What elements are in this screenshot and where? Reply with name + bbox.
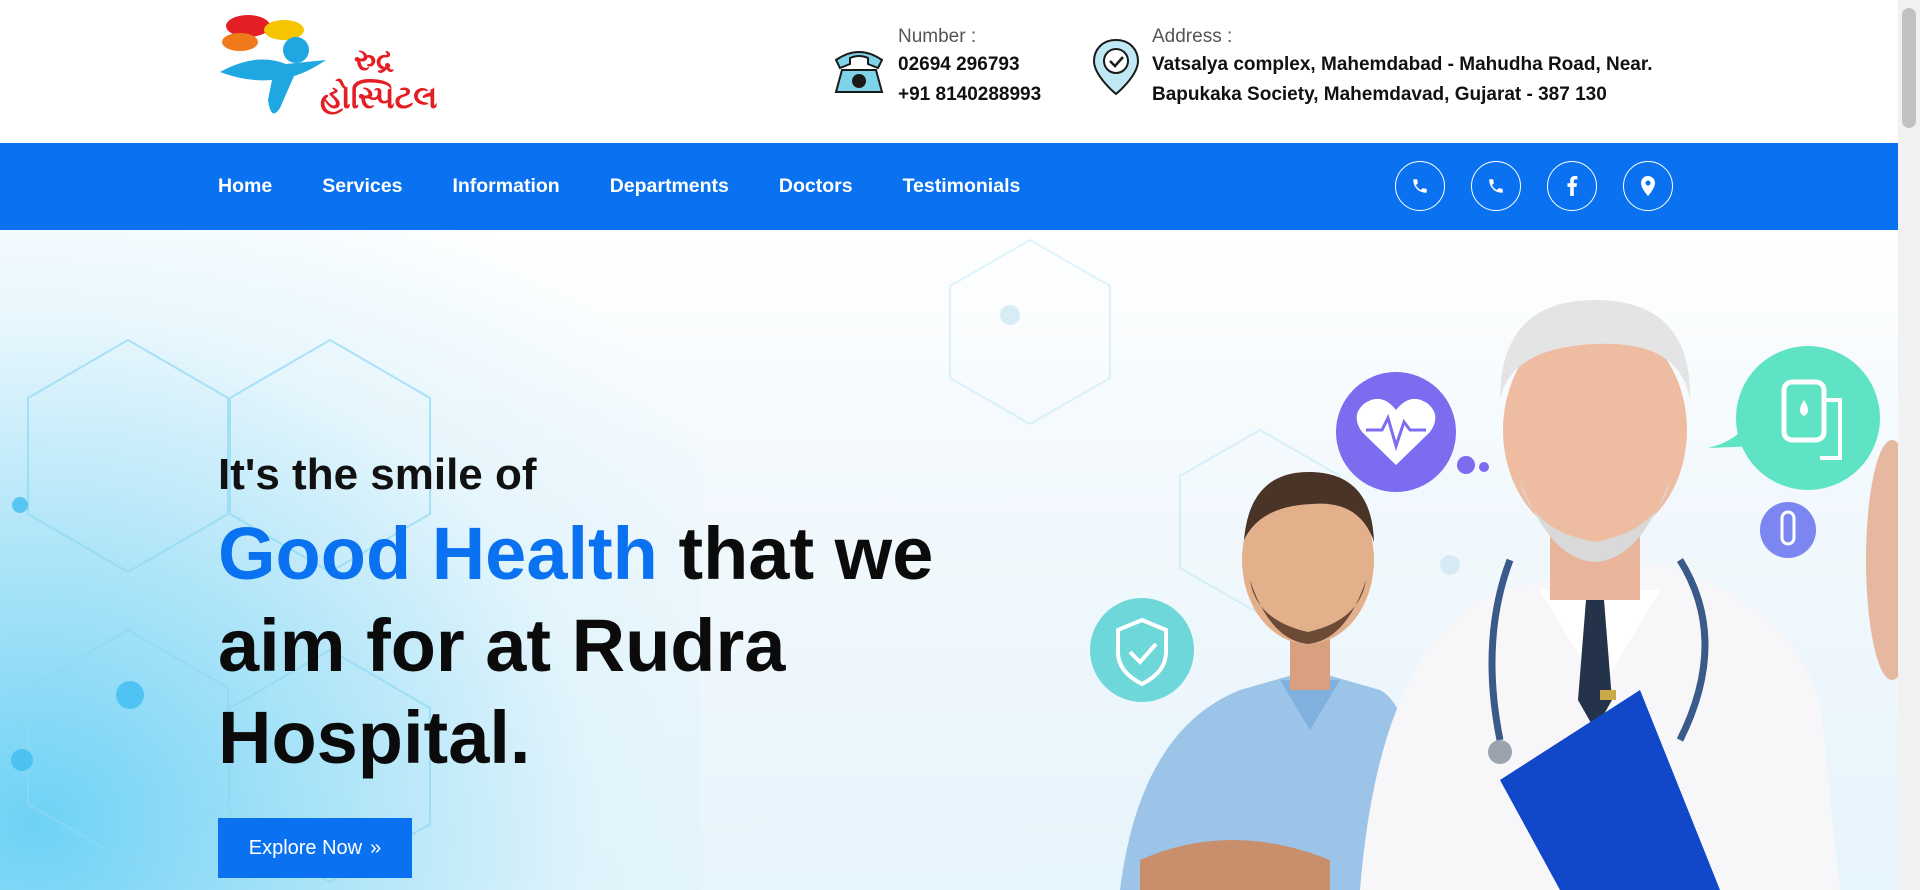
nav-home[interactable]: Home [218, 175, 272, 198]
svg-text:હોસ્પિટલ: હોસ્પિટલ [320, 78, 437, 116]
iv-bag-icon [1708, 346, 1880, 490]
facebook-button[interactable] [1547, 161, 1597, 211]
nav-departments[interactable]: Departments [610, 175, 729, 198]
telephone-icon [830, 40, 888, 98]
page-scrollbar[interactable] [1898, 0, 1920, 890]
nav-menu: Home Services Information Departments Do… [218, 143, 1070, 230]
double-chevron-right-icon: » [370, 836, 382, 859]
address-label: Address : [1152, 26, 1233, 47]
site-header: રુદ્ર હોસ્પિટલ Number : 02694 296793 +91… [0, 0, 1898, 143]
call-button-1[interactable] [1395, 161, 1445, 211]
nav-testimonials[interactable]: Testimonials [903, 175, 1021, 198]
hero-subtitle: It's the smile of [218, 450, 537, 499]
phone-number-1[interactable]: 02694 296793 [898, 50, 1041, 80]
hospital-logo[interactable]: રુદ્ર હોસ્પિટલ [216, 12, 456, 120]
svg-text:રુદ્ર: રુદ્ર [354, 43, 394, 78]
phone-contact: Number : 02694 296793 +91 8140288993 [830, 24, 1041, 110]
heart-rate-icon [1336, 372, 1489, 492]
nav-doctors[interactable]: Doctors [779, 175, 853, 198]
explore-now-label: Explore Now [248, 836, 363, 859]
explore-now-button[interactable]: Explore Now » [218, 818, 412, 878]
address-line-1: Vatsalya complex, Mahemdabad - Mahudha R… [1152, 54, 1653, 75]
shield-check-icon [1090, 598, 1194, 702]
hero-title-accent: Good Health [218, 512, 658, 595]
nav-information[interactable]: Information [452, 175, 559, 198]
phone-label: Number : [898, 26, 977, 47]
facebook-icon [1567, 176, 1578, 196]
phone-icon [1413, 179, 1427, 193]
location-button[interactable] [1623, 161, 1673, 211]
test-tube-icon [1760, 502, 1816, 558]
location-pin-icon [1641, 176, 1655, 196]
hero-section: It's the smile of Good Health that we ai… [0, 230, 1898, 890]
hero-title: Good Health that we aim for at Rudra Hos… [218, 508, 978, 784]
address-contact: Address : Vatsalya complex, Mahemdabad -… [1090, 24, 1653, 110]
nav-services[interactable]: Services [322, 175, 402, 198]
address-line-2: Bapukaka Society, Mahemdavad, Gujarat - … [1152, 84, 1607, 105]
call-button-2[interactable] [1471, 161, 1521, 211]
scrollbar-thumb[interactable] [1902, 8, 1916, 128]
phone-number-2[interactable]: +91 8140288993 [898, 80, 1041, 110]
doctors-illustration [1090, 300, 1898, 890]
location-check-icon [1090, 36, 1142, 96]
social-links [1395, 161, 1699, 211]
phone-icon [1489, 179, 1503, 193]
